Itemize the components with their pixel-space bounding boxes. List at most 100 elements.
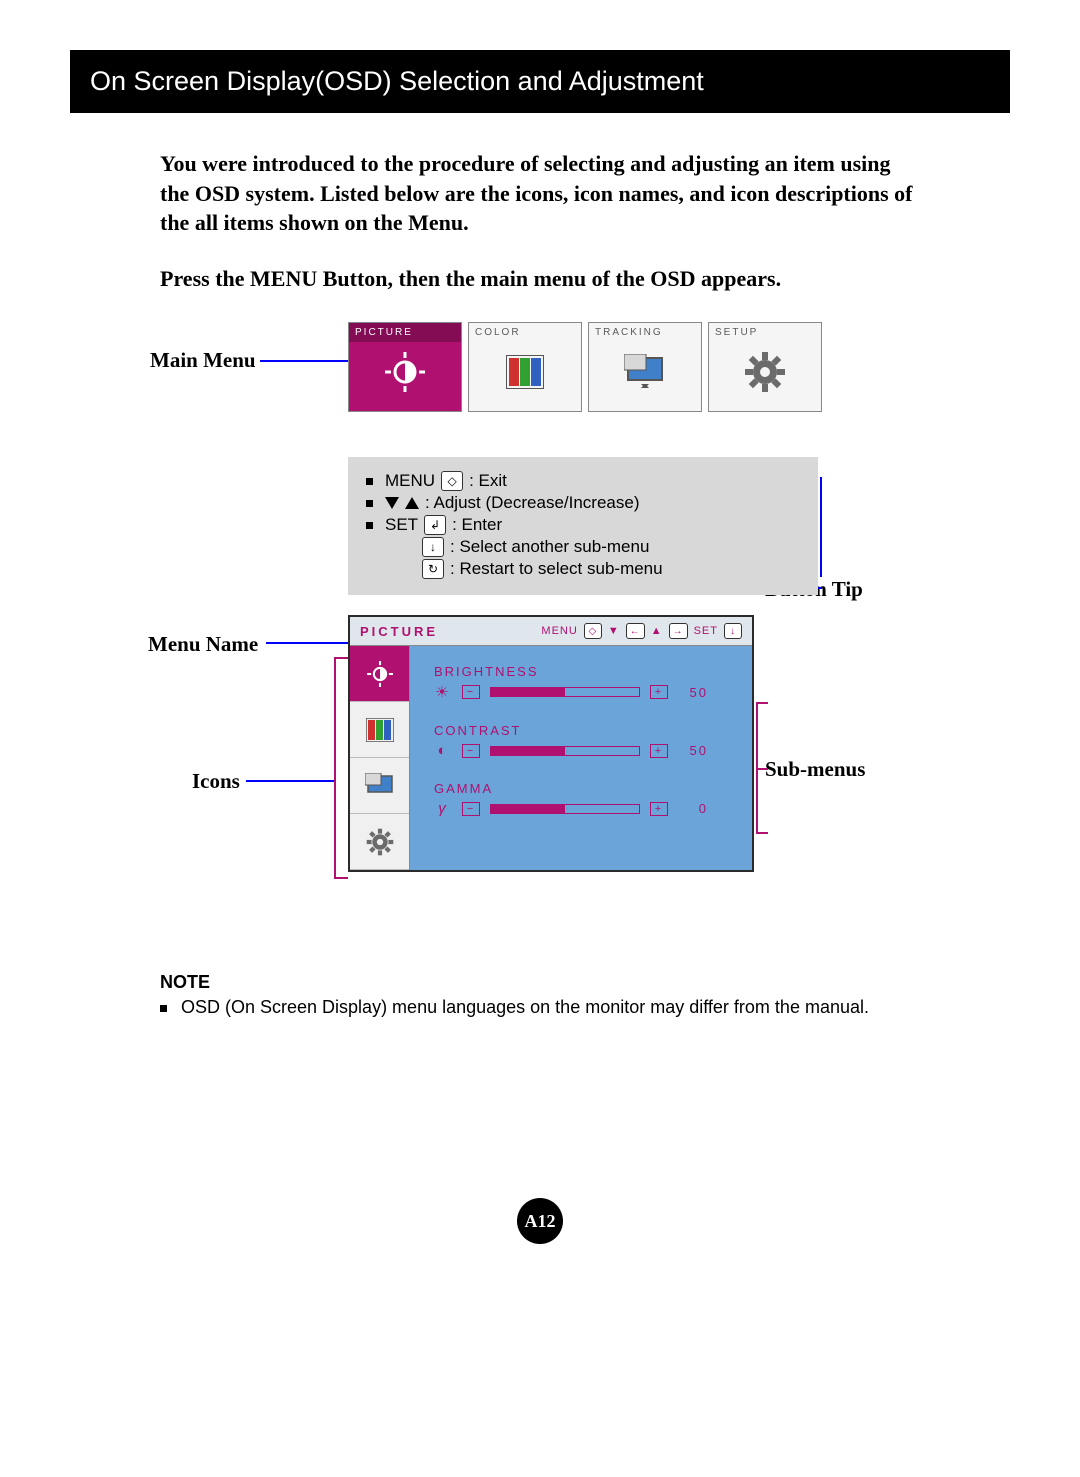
slider-track[interactable] [490, 746, 640, 756]
bullet-icon [366, 500, 373, 507]
note-body-text: OSD (On Screen Display) menu languages o… [181, 997, 869, 1018]
note-title: NOTE [160, 972, 920, 993]
tip-prefix: MENU [385, 471, 435, 491]
connector-line [260, 360, 348, 362]
decrease-button[interactable]: − [462, 744, 480, 758]
osd-diagram: Main Menu Button Tip Menu Name Icons Sub… [70, 322, 1010, 932]
page-title: On Screen Display(OSD) Selection and Adj… [90, 66, 704, 96]
connector-line [756, 832, 768, 834]
tab-label: COLOR [469, 323, 581, 342]
slider-track[interactable] [490, 804, 640, 814]
connector-line [756, 702, 758, 832]
brightness-icon [365, 659, 395, 689]
diamond-key-icon: ◇ [441, 471, 463, 491]
slider-value: 0 [678, 801, 708, 816]
connector-line [756, 768, 768, 770]
osd-key-hints: MENU ◇ ▼ ← ▲ → SET ↓ [541, 623, 742, 639]
tracking-icon [589, 342, 701, 402]
osd-icon-color[interactable] [350, 702, 409, 758]
tip-row: MENU ◇ : Exit [366, 471, 800, 491]
tab-picture[interactable]: PICTURE [348, 322, 462, 412]
bullet-icon [160, 1005, 167, 1012]
tip-text: : Adjust (Decrease/Increase) [425, 493, 639, 513]
tracking-icon [365, 773, 395, 799]
osd-content-area: BRIGHTNESS ☀ − + 50 CONTRAST ◐ [410, 646, 752, 870]
gear-icon [366, 828, 394, 856]
osd-window: PICTURE MENU ◇ ▼ ← ▲ → SET ↓ [348, 615, 754, 872]
page-number: A12 [517, 1198, 563, 1244]
triangle-down-icon: ▼ [608, 625, 620, 637]
hint-set: SET [694, 625, 718, 637]
tip-text: : Select another sub-menu [450, 537, 649, 557]
intro-paragraph-1: You were introduced to the procedure of … [160, 149, 920, 238]
note-block: NOTE OSD (On Screen Display) menu langua… [160, 972, 920, 1018]
tip-row: : Adjust (Decrease/Increase) [366, 493, 800, 513]
increase-button[interactable]: + [650, 802, 668, 816]
gear-icon [709, 342, 821, 402]
slider-label: BRIGHTNESS [434, 664, 734, 679]
increase-button[interactable]: + [650, 685, 668, 699]
label-submenus: Sub-menus [765, 757, 865, 782]
triangle-up-icon [405, 497, 419, 509]
page-title-bar: On Screen Display(OSD) Selection and Adj… [70, 50, 1010, 113]
restart-key-icon: ↻ [422, 559, 444, 579]
bullet-icon [366, 522, 373, 529]
osd-titlebar: PICTURE MENU ◇ ▼ ← ▲ → SET ↓ [350, 617, 752, 646]
tab-label: SETUP [709, 323, 821, 342]
osd-title: PICTURE [360, 624, 438, 639]
slider-contrast: CONTRAST ◐ − + 50 [434, 723, 734, 759]
slider-label: CONTRAST [434, 723, 734, 738]
connector-line [820, 477, 822, 577]
contrast-icon: ◐ [434, 742, 452, 759]
tip-text: : Exit [469, 471, 507, 491]
down-arrow-key-icon: ↓ [422, 537, 444, 557]
tip-row: ↻ : Restart to select sub-menu [422, 559, 800, 579]
connector-line [334, 877, 348, 879]
connector-line [266, 642, 348, 644]
decrease-button[interactable]: − [462, 802, 480, 816]
tab-label: TRACKING [589, 323, 701, 342]
decrease-button[interactable]: − [462, 685, 480, 699]
connector-line [756, 702, 768, 704]
tip-row: SET ↲ : Enter [366, 515, 800, 535]
triangle-down-icon [385, 497, 399, 509]
slider-brightness: BRIGHTNESS ☀ − + 50 [434, 664, 734, 701]
connector-line [334, 657, 336, 877]
osd-icon-tracking[interactable] [350, 758, 409, 814]
enter-key-icon: ↲ [424, 515, 446, 535]
page-number-wrap: A12 [70, 1198, 1010, 1244]
tip-row: ↓ : Select another sub-menu [422, 537, 800, 557]
label-icons: Icons [192, 769, 240, 794]
right-arrow-key-icon: → [669, 623, 688, 639]
increase-button[interactable]: + [650, 744, 668, 758]
main-menu-tabs: PICTURE COLOR TRACKING SETUP [348, 322, 822, 412]
osd-icon-setup[interactable] [350, 814, 409, 870]
slider-track[interactable] [490, 687, 640, 697]
label-main-menu: Main Menu [150, 348, 256, 373]
color-bars-icon [366, 718, 394, 742]
tab-label: PICTURE [349, 323, 461, 342]
tab-setup[interactable]: SETUP [708, 322, 822, 412]
diamond-key-icon: ◇ [584, 623, 602, 639]
osd-icon-column [350, 646, 410, 870]
tip-prefix: SET [385, 515, 418, 535]
connector-line [246, 780, 334, 782]
hint-menu: MENU [541, 625, 577, 637]
sun-icon: ☀ [434, 683, 452, 701]
bullet-icon [366, 478, 373, 485]
label-menu-name: Menu Name [148, 632, 258, 657]
brightness-icon [349, 342, 461, 402]
tab-tracking[interactable]: TRACKING [588, 322, 702, 412]
triangle-up-icon: ▲ [651, 625, 663, 637]
gamma-icon: γ [434, 800, 452, 817]
tip-text: : Enter [452, 515, 502, 535]
left-arrow-key-icon: ← [626, 623, 645, 639]
tip-text: : Restart to select sub-menu [450, 559, 663, 579]
down-arrow-key-icon: ↓ [724, 623, 742, 639]
tab-color[interactable]: COLOR [468, 322, 582, 412]
button-tip-panel: MENU ◇ : Exit : Adjust (Decrease/Increas… [348, 457, 818, 595]
connector-line [334, 657, 348, 659]
slider-label: GAMMA [434, 781, 734, 796]
osd-icon-picture[interactable] [350, 646, 409, 702]
color-bars-icon [469, 342, 581, 402]
